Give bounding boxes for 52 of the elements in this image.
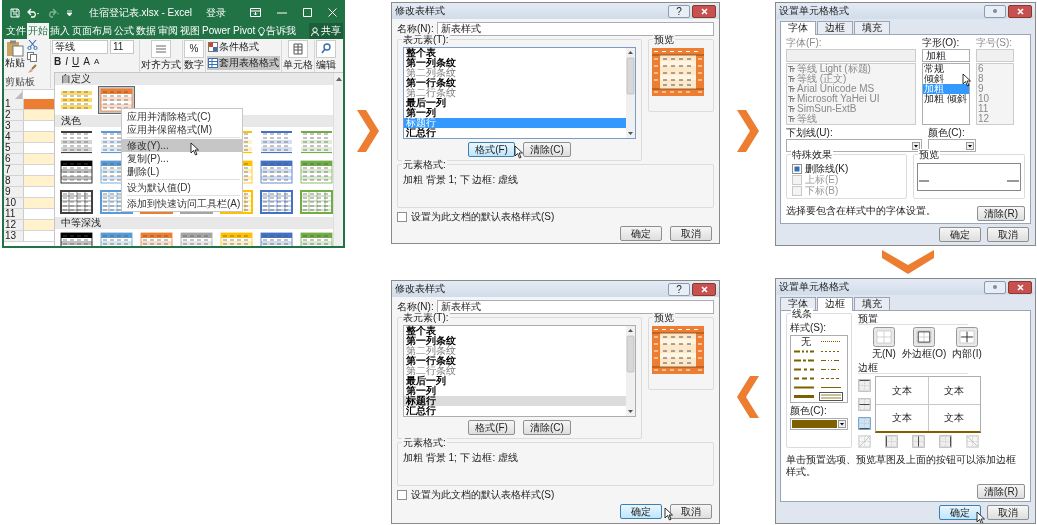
field-label: 颜色(C): <box>790 405 828 416</box>
field-label: 名称(N): <box>397 23 434 35</box>
preset-label: 无(N) <box>872 348 896 360</box>
cell-text: 文本 <box>892 385 912 396</box>
cell-text: 文本 <box>944 412 964 423</box>
description-text: 选择要包含在样式中的字体设置。 <box>786 205 936 217</box>
row-number: 10 <box>4 198 24 208</box>
row-number: 12 <box>4 220 24 230</box>
row-number: 9 <box>4 187 24 197</box>
group-label: 表元素(T): <box>402 34 450 45</box>
format-description: 加粗 背景 1; 下 边框: 虚线 <box>403 452 518 463</box>
group-label: 特殊效果 <box>791 149 833 160</box>
gallery-section-header: 自定义 <box>55 73 333 85</box>
cell-text: 文本 <box>892 412 912 423</box>
row-number: 13 <box>4 231 24 241</box>
dialog-title: 修改表样式 <box>395 5 445 17</box>
row-number: 6 <box>4 154 24 164</box>
row-number: 1 <box>4 99 24 109</box>
section-label: 边框 <box>858 362 968 374</box>
row-number: 11 <box>4 209 24 219</box>
group-label: 表元素(T): <box>402 312 450 323</box>
field-label: 下划线(U): <box>786 127 834 138</box>
group-label: 预览 <box>653 34 675 45</box>
preset-label: 内部(I) <box>952 348 982 360</box>
description-text: 单击预置选项、预览草图及上面的按钮可以添加边框样式。 <box>786 454 1017 478</box>
group-label: 元素格式: <box>402 159 447 170</box>
group-label: 剪贴板 <box>5 76 36 88</box>
field-label: 颜色(C): <box>928 127 966 138</box>
field-label: 字形(O): <box>922 37 961 48</box>
window-title: 住宿登记表.xlsx - Excel <box>88 6 192 19</box>
field-label: 字号(S): <box>976 37 1014 48</box>
dialog-title: 设置单元格格式 <box>779 281 849 293</box>
group-label: 预览 <box>653 312 675 323</box>
row-number: 2 <box>4 110 24 120</box>
row-number: 7 <box>4 165 24 175</box>
group-label: 线条 <box>791 308 813 319</box>
row-number: 3 <box>4 121 24 131</box>
cell-text: 文本 <box>944 385 964 396</box>
row-number: 4 <box>4 132 24 142</box>
format-description: 加粗 背景 1; 下 边框: 虚线 <box>403 174 518 185</box>
field-label: 名称(N): <box>397 301 434 313</box>
section-label: 预置 <box>858 313 968 325</box>
row-number: 5 <box>4 143 24 153</box>
field-label: 样式(S): <box>790 322 828 333</box>
dialog-title: 设置单元格格式 <box>779 5 849 17</box>
group-label: 元素格式: <box>402 437 447 448</box>
row-number: 8 <box>4 176 24 186</box>
dialog-title: 修改表样式 <box>395 283 445 295</box>
field-label: 字体(F): <box>786 37 823 48</box>
preset-label: 外边框(O) <box>901 348 947 360</box>
group-label: 预览 <box>918 149 940 160</box>
gallery-section-header: 中等深浅 <box>55 217 333 229</box>
